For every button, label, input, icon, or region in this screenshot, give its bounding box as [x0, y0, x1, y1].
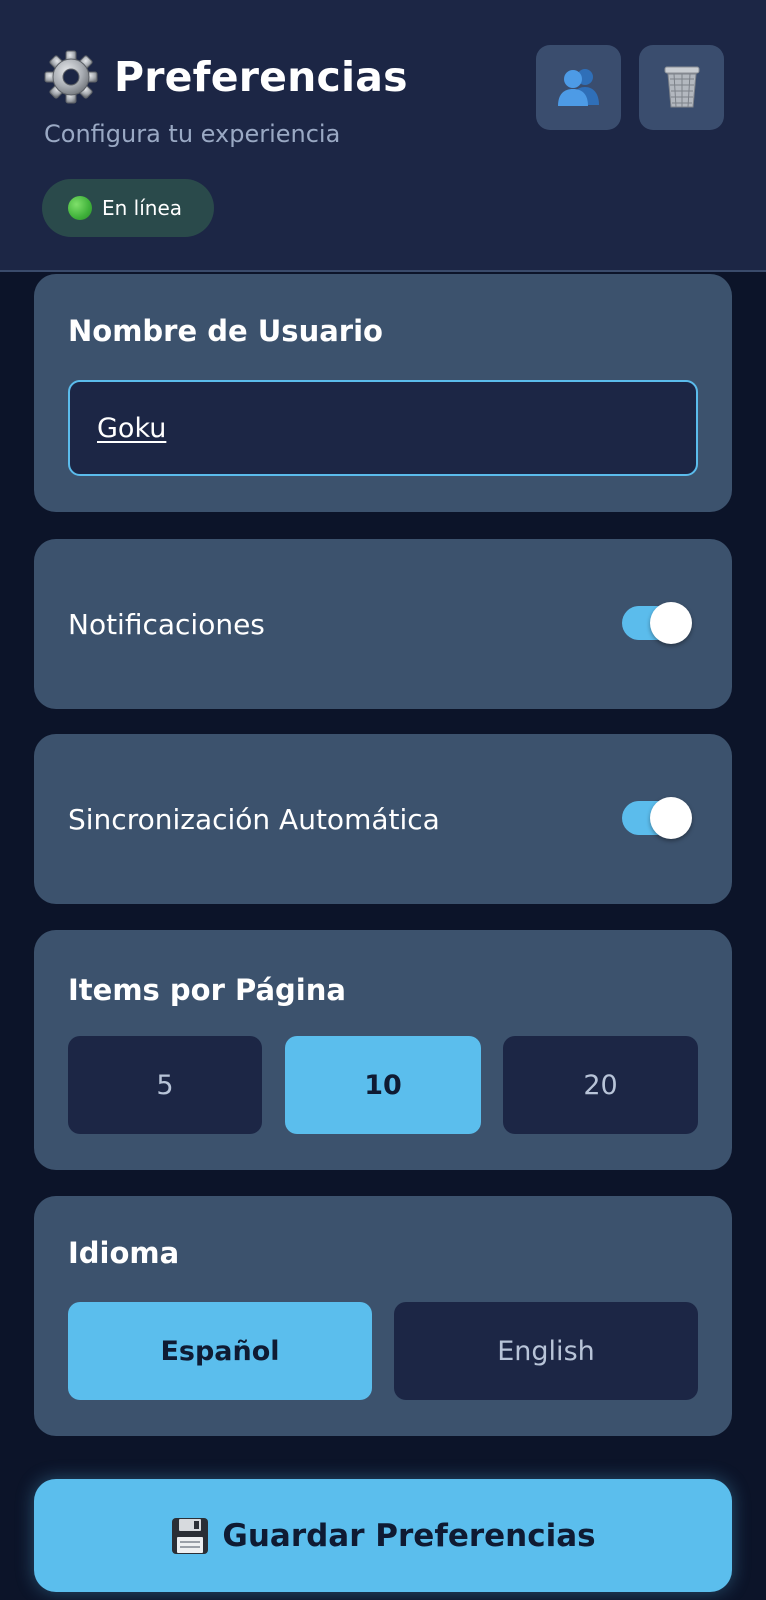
items-per-page-card: Items por Página 5 10 20 [34, 930, 732, 1170]
notifications-card: Notificaciones [34, 539, 732, 709]
page-subtitle: Configura tu experiencia [44, 120, 341, 148]
items-option-5[interactable]: 5 [68, 1036, 262, 1134]
language-option-en[interactable]: English [394, 1302, 698, 1400]
username-label: Nombre de Usuario [68, 314, 383, 348]
page-title: Preferencias [114, 53, 408, 101]
save-button[interactable]: Guardar Preferencias [34, 1479, 732, 1592]
items-option-20[interactable]: 20 [503, 1036, 698, 1134]
username-input[interactable]: Goku [68, 380, 698, 476]
floppy-disk-icon [170, 1516, 210, 1556]
header: Preferencias Configura tu experiencia En… [0, 0, 766, 272]
users-button[interactable] [536, 45, 621, 130]
users-icon [555, 65, 603, 111]
language-card: Idioma Español English [34, 1196, 732, 1436]
auto-sync-card: Sincronización Automática [34, 734, 732, 904]
toggle-knob [650, 797, 692, 839]
items-option-10[interactable]: 10 [285, 1036, 481, 1134]
trash-icon [662, 63, 702, 113]
auto-sync-toggle[interactable] [622, 797, 692, 839]
trash-button[interactable] [639, 45, 724, 130]
language-option-es[interactable]: Español [68, 1302, 372, 1400]
title-row: Preferencias [44, 50, 408, 104]
status-badge: En línea [42, 179, 214, 237]
notifications-toggle[interactable] [622, 602, 692, 644]
items-per-page-label: Items por Página [68, 973, 346, 1007]
save-button-label: Guardar Preferencias [222, 1517, 596, 1554]
language-label: Idioma [68, 1236, 180, 1270]
green-circle-icon [68, 196, 92, 220]
toggle-knob [650, 602, 692, 644]
username-card: Nombre de Usuario Goku [34, 274, 732, 512]
notifications-label: Notificaciones [68, 607, 265, 641]
auto-sync-label: Sincronización Automática [68, 802, 440, 836]
gear-icon [44, 50, 98, 104]
status-text: En línea [102, 196, 183, 220]
